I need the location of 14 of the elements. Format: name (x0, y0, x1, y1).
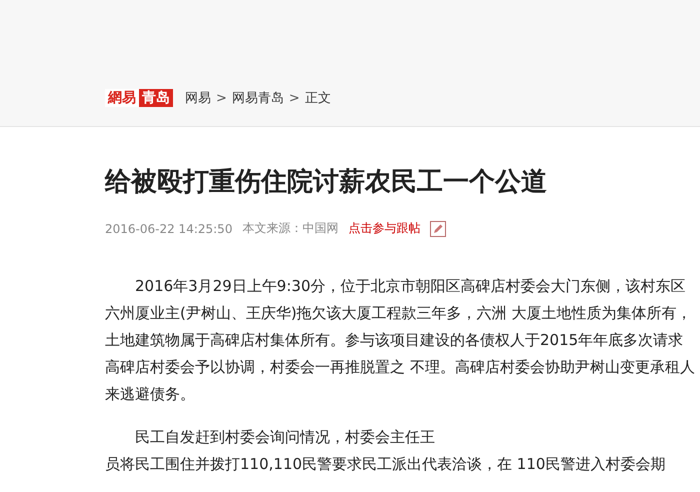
breadcrumb-link[interactable]: 网易 (185, 89, 211, 107)
breadcrumb-link[interactable]: 正文 (304, 89, 331, 107)
breadcrumb-separator: > (288, 90, 300, 106)
article-source: 本文来源：中国网 (242, 220, 338, 237)
breadcrumb-link[interactable]: 网易青岛 (232, 89, 284, 107)
paragraph-text: 员将民工围住并拨打110,110民警要求民工派出代表洽谈，在 110民警进入村委会期 (105, 454, 666, 475)
paragraph-text: 2016年3月29日上午9:30分，位于北京市朝阳区高碑店村委会大门东侧，该村东区六州厦业主(尹树山、王庆华)拖欠该大厦工程款三年多，六洲 大厦土地性质为集体所有，土地建筑物属于高碑店村集体所有。参与该项目建设的各债权人于2015年年底多次请求高碑店村委会予以协调，村委会一再推脱置之 不理。高碑店村委会协助尹树山变更承租人来逃避债务。 (105, 276, 696, 405)
article-title: 给被殴打重伤住院讨薪农民工一个公道 (105, 166, 548, 199)
edit-icon[interactable] (430, 220, 446, 236)
site-logo[interactable]: 網易 青岛 (105, 89, 173, 107)
comment-link[interactable]: 点击参与跟帖 (348, 220, 420, 237)
publish-date: 2016-06-22 14:25:50 (105, 222, 232, 236)
paragraph-text: 民工自发赶到村委会询问情况，村委会主任王 (134, 427, 436, 448)
breadcrumb-separator: > (216, 90, 227, 106)
